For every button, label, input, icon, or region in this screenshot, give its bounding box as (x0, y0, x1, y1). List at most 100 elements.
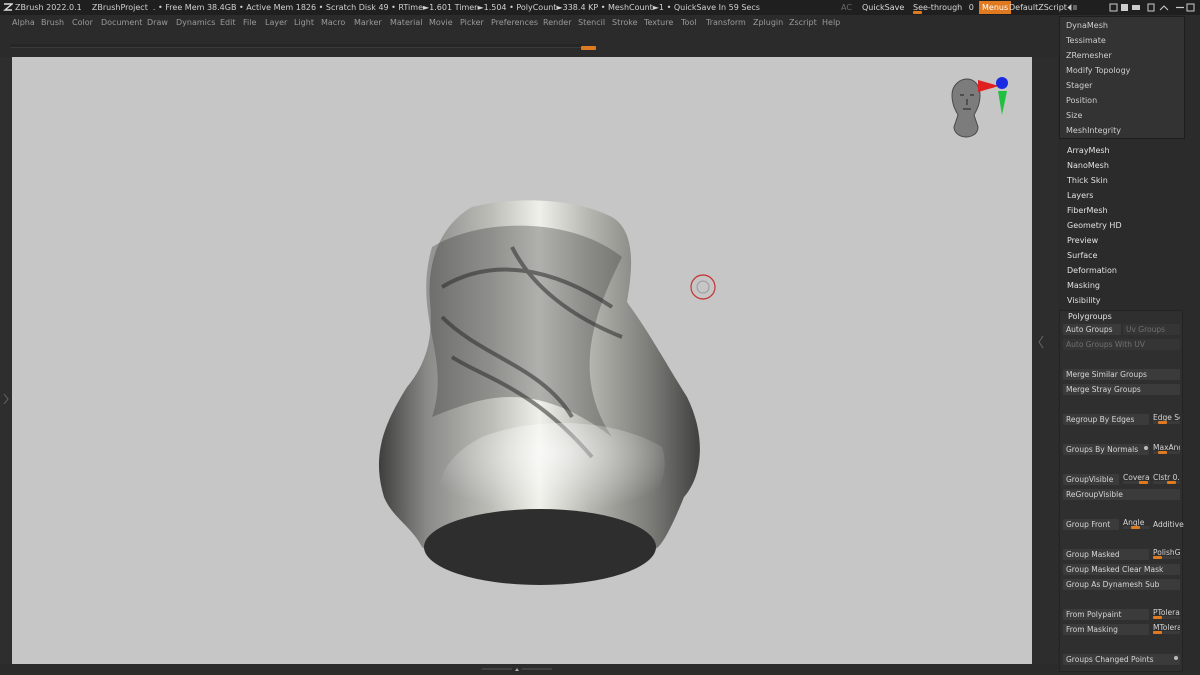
submenu-zremesher[interactable]: ZRemesher (1066, 51, 1112, 60)
see-through-slider[interactable]: See-through 0 (913, 0, 974, 15)
coverage-slider[interactable]: Coverag (1123, 473, 1150, 484)
left-tray-handle[interactable] (0, 57, 12, 664)
regroup-by-edges-button[interactable]: Regroup By Edges (1063, 414, 1149, 425)
submenu-position[interactable]: Position (1066, 96, 1097, 105)
menu-brush[interactable]: Brush (41, 15, 64, 30)
canvas-viewport[interactable] (12, 57, 1032, 664)
bottom-tray-handle[interactable] (0, 664, 1058, 675)
groups-by-normals-button[interactable]: Groups By Normals (1063, 444, 1149, 455)
from-masking-button[interactable]: From Masking (1063, 624, 1149, 635)
timeline-track[interactable] (10, 44, 582, 48)
group-masked-clear-mask-button[interactable]: Group Masked Clear Mask (1063, 564, 1180, 575)
menu-transform[interactable]: Transform (706, 15, 746, 30)
group-as-dynamesh-sub-button[interactable]: Group As Dynamesh Sub (1063, 579, 1180, 590)
menu-marker[interactable]: Marker (354, 15, 382, 30)
menu-tool[interactable]: Tool (681, 15, 697, 30)
section-surface[interactable]: Surface (1067, 251, 1097, 260)
title-bar: ZBrush 2022.0.1 ZBrushProject . • Free M… (0, 0, 1200, 15)
section-visibility[interactable]: Visibility (1067, 296, 1101, 305)
section-fibermesh[interactable]: FiberMesh (1067, 206, 1108, 215)
expand-right-icon[interactable] (1037, 335, 1045, 349)
submenu-size[interactable]: Size (1066, 111, 1082, 120)
menu-render[interactable]: Render (543, 15, 571, 30)
menu-stencil[interactable]: Stencil (578, 15, 605, 30)
menu-movie[interactable]: Movie (429, 15, 453, 30)
submenu-stager[interactable]: Stager (1066, 81, 1092, 90)
section-geometry-hd[interactable]: Geometry HD (1067, 221, 1122, 230)
menu-macro[interactable]: Macro (321, 15, 345, 30)
menu-texture[interactable]: Texture (644, 15, 673, 30)
submenu-tessimate[interactable]: Tessimate (1066, 36, 1106, 45)
section-layers[interactable]: Layers (1067, 191, 1093, 200)
auto-groups-button[interactable]: Auto Groups (1063, 324, 1121, 335)
section-polygroups[interactable]: Polygroups (1068, 312, 1112, 321)
menu-material[interactable]: Material (390, 15, 423, 30)
menu-bar: Alpha Brush Color Document Draw Dynamics… (0, 15, 1200, 30)
group-masked-button[interactable]: Group Masked (1063, 549, 1149, 560)
angle-slider[interactable]: Angle (1123, 518, 1150, 529)
group-front-button[interactable]: Group Front (1063, 519, 1119, 530)
section-arraymesh[interactable]: ArrayMesh (1067, 146, 1110, 155)
timeline-marker[interactable] (581, 46, 596, 50)
rtime: • RTime►1.601 (391, 3, 453, 12)
changed-points-toggle-dot[interactable] (1174, 656, 1178, 660)
regroup-visible-button[interactable]: ReGroupVisible (1063, 489, 1180, 500)
menu-document[interactable]: Document (101, 15, 142, 30)
default-zscript-button[interactable]: DefaultZScript (1009, 0, 1067, 15)
expand-bottom-icon[interactable] (482, 667, 552, 673)
menu-help[interactable]: Help (822, 15, 840, 30)
menu-alpha[interactable]: Alpha (12, 15, 35, 30)
section-thick-skin[interactable]: Thick Skin (1067, 176, 1108, 185)
app-title: ZBrush 2022.0.1 (15, 3, 82, 12)
menu-edit[interactable]: Edit (220, 15, 236, 30)
navigation-head-gizmo-icon[interactable] (946, 75, 1016, 157)
free-mem: • Free Mem 38.4GB (158, 3, 237, 12)
menu-layer[interactable]: Layer (265, 15, 287, 30)
submenu-modify-topology[interactable]: Modify Topology (1066, 66, 1130, 75)
menu-dynamics[interactable]: Dynamics (176, 15, 215, 30)
auto-groups-with-uv-button[interactable]: Auto Groups With UV (1063, 339, 1180, 350)
menu-zscript[interactable]: Zscript (789, 15, 817, 30)
mask-tolerance-slider[interactable]: MTolera (1153, 623, 1180, 634)
expand-left-icon[interactable] (2, 393, 10, 405)
menu-color[interactable]: Color (72, 15, 93, 30)
section-nanomesh[interactable]: NanoMesh (1067, 161, 1109, 170)
submenu-meshintegrity[interactable]: MeshIntegrity (1066, 126, 1121, 135)
normals-toggle-dot[interactable] (1144, 446, 1148, 450)
menu-light[interactable]: Light (294, 15, 314, 30)
polypaint-tolerance-slider[interactable]: PTolera (1153, 608, 1180, 619)
right-tray-handle[interactable] (1032, 57, 1058, 675)
polish-groups-slider[interactable]: PolishG (1153, 548, 1180, 559)
merge-similar-groups-button[interactable]: Merge Similar Groups (1063, 369, 1180, 380)
submenu-dynamesh[interactable]: DynaMesh (1066, 21, 1108, 30)
groups-changed-points-button[interactable]: Groups Changed Points (1063, 654, 1180, 665)
active-mem: • Active Mem 1826 (239, 3, 317, 12)
menu-preferences[interactable]: Preferences (491, 15, 538, 30)
uv-groups-button[interactable]: Uv Groups (1123, 324, 1180, 335)
timer: Timer►1.504 (454, 3, 507, 12)
sculpt-mesh (378, 200, 716, 585)
status-info: ZBrush 2022.0.1 ZBrushProject . • Free M… (15, 3, 760, 12)
from-polypaint-button[interactable]: From Polypaint (1063, 609, 1149, 620)
max-angle-slider[interactable]: MaxAng (1153, 443, 1180, 454)
quicksave-timer: • QuickSave In 59 Secs (666, 3, 760, 12)
menu-picker[interactable]: Picker (460, 15, 484, 30)
menu-zplugin[interactable]: Zplugin (753, 15, 783, 30)
section-masking[interactable]: Masking (1067, 281, 1100, 290)
edge-sensitivity-slider[interactable]: Edge Se (1153, 413, 1180, 424)
window-controls-icon[interactable] (1066, 3, 1196, 12)
group-visible-button[interactable]: GroupVisible (1063, 474, 1119, 485)
additive-toggle[interactable]: Additive (1153, 520, 1184, 529)
project-name: ZBrushProject (91, 3, 148, 12)
ac-button[interactable]: AC (841, 0, 852, 15)
merge-stray-groups-button[interactable]: Merge Stray Groups (1063, 384, 1180, 395)
section-preview[interactable]: Preview (1067, 236, 1098, 245)
menu-file[interactable]: File (243, 15, 256, 30)
menu-draw[interactable]: Draw (147, 15, 168, 30)
menu-stroke[interactable]: Stroke (612, 15, 638, 30)
cluster-slider[interactable]: Clstr 0. (1153, 473, 1180, 484)
menus-button[interactable]: Menus (979, 1, 1012, 14)
section-deformation[interactable]: Deformation (1067, 266, 1117, 275)
quicksave-button[interactable]: QuickSave (862, 0, 904, 15)
brush-cursor-icon (690, 274, 716, 300)
